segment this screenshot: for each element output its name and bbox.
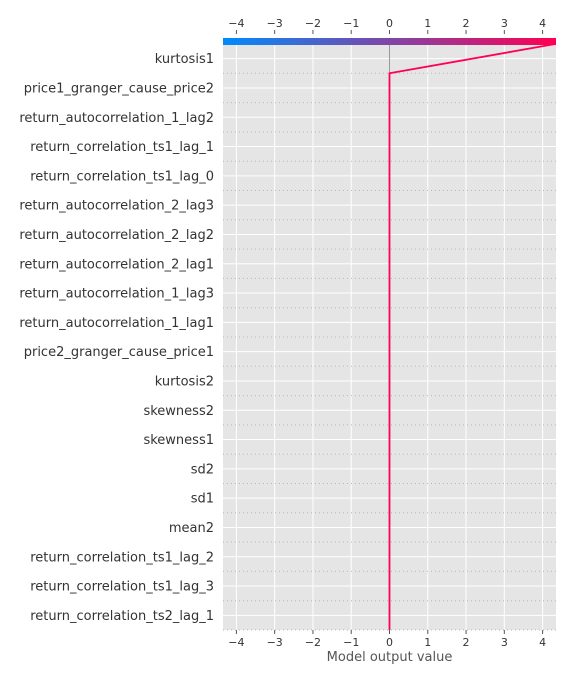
- x-tick-label-bottom: 1: [424, 636, 431, 649]
- x-tick-label-bottom: −1: [343, 636, 359, 649]
- feature-label: return_correlation_ts1_lag_2: [30, 550, 214, 565]
- feature-label: return_correlation_ts1_lag_3: [30, 580, 214, 595]
- x-tick-label-top: 2: [463, 17, 470, 30]
- feature-label: return_autocorrelation_1_lag3: [19, 287, 214, 302]
- feature-label: return_correlation_ts1_lag_1: [30, 140, 214, 155]
- feature-label: price2_granger_cause_price1: [24, 345, 214, 360]
- feature-label: return_autocorrelation_2_lag2: [19, 228, 214, 243]
- x-tick-label-bottom: 2: [463, 636, 470, 649]
- x-tick-label-bottom: −4: [228, 636, 244, 649]
- x-tick-label-bottom: −2: [305, 636, 321, 649]
- feature-label: return_autocorrelation_2_lag1: [19, 257, 214, 272]
- x-tick-label-top: −4: [228, 17, 244, 30]
- feature-label: return_autocorrelation_1_lag2: [19, 111, 214, 126]
- x-tick-label-top: 0: [386, 17, 393, 30]
- x-tick-label-top: −2: [305, 17, 321, 30]
- x-tick-label-bottom: −3: [267, 636, 283, 649]
- feature-label: sd2: [191, 462, 214, 477]
- feature-label: return_autocorrelation_2_lag3: [19, 199, 214, 214]
- x-tick-label-top: −3: [267, 17, 283, 30]
- x-axis-top: −4 −3 −2 −1 0 1 2 3 4: [228, 17, 546, 34]
- feature-label: mean2: [169, 521, 214, 536]
- feature-label: sd1: [191, 492, 214, 507]
- x-tick-label-bottom: 3: [501, 636, 508, 649]
- x-tick-label-top: −1: [343, 17, 359, 30]
- x-tick-label-top: 3: [501, 17, 508, 30]
- feature-labels: kurtosis1 price1_granger_cause_price2retu…: [19, 52, 214, 624]
- feature-label: skewness1: [143, 433, 214, 448]
- feature-label: return_correlation_ts2_lag_1: [30, 609, 214, 624]
- x-tick-label-bottom: 4: [539, 636, 546, 649]
- colorbar: [223, 38, 556, 45]
- x-tick-label-bottom: 0: [386, 636, 393, 649]
- x-axis-label: Model output value: [327, 650, 453, 665]
- feature-label: kurtosis1: [155, 52, 214, 67]
- decision-plot: −4 −3 −2 −1 0 1 2 3 4 −4 −3 −2 −1 0 1 2 3 4 kurtosis1 pri…: [0, 0, 576, 684]
- x-tick-label-top: 1: [424, 17, 431, 30]
- x-tick-label-top: 4: [539, 17, 546, 30]
- chart-canvas: −4 −3 −2 −1 0 1 2 3 4 −4 −3 −2 −1 0 1 2 3 4 kurtosis1 pri…: [19, 17, 556, 665]
- feature-label: return_correlation_ts1_lag_0: [30, 169, 214, 184]
- feature-label: price1_granger_cause_price2: [24, 81, 214, 96]
- feature-label: kurtosis2: [155, 374, 214, 389]
- feature-label: skewness2: [143, 404, 214, 419]
- feature-label: return_autocorrelation_1_lag1: [19, 316, 214, 331]
- x-axis-bottom: −4 −3 −2 −1 0 1 2 3 4: [228, 630, 546, 649]
